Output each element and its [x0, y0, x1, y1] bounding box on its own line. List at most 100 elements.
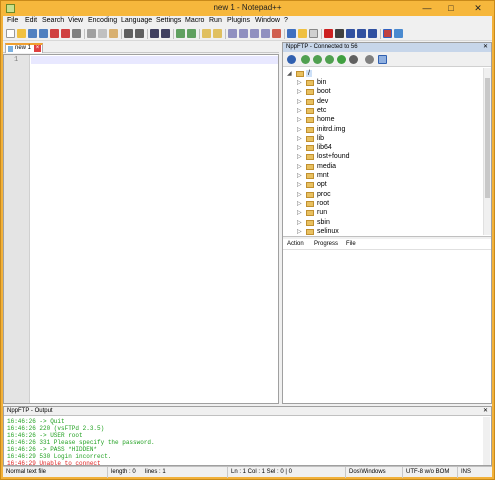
menu-language[interactable]: Language	[121, 17, 152, 24]
cut-icon[interactable]	[87, 29, 96, 38]
tree-folder-item[interactable]: ▷ initrd.img	[283, 126, 483, 135]
collapsed-arrow-icon[interactable]: ▷	[297, 135, 302, 142]
message-window-icon[interactable]	[378, 55, 387, 64]
indent-guide-icon[interactable]	[250, 29, 259, 38]
replace-icon[interactable]	[161, 29, 170, 38]
tree-folder-item[interactable]: ▷ mnt	[283, 172, 483, 181]
text-editor[interactable]: 1	[3, 54, 279, 404]
menu-settings[interactable]: Settings	[156, 17, 181, 24]
zoom-out-icon[interactable]	[187, 29, 196, 38]
output-close-icon[interactable]: ✕	[483, 407, 488, 416]
collapsed-arrow-icon[interactable]: ▷	[297, 172, 302, 179]
nppftp-icon[interactable]	[394, 29, 403, 38]
expanded-arrow-icon[interactable]: ◢	[287, 70, 292, 77]
download-icon[interactable]	[301, 55, 310, 64]
title-bar[interactable]: new 1 - Notepad++ — □ ✕	[1, 1, 494, 16]
minimize-button[interactable]: —	[415, 1, 439, 15]
close-file-icon[interactable]	[50, 29, 59, 38]
sync-horizontal-icon[interactable]	[213, 29, 222, 38]
tab-new-1[interactable]: new 1 ×	[5, 43, 43, 53]
scrollbar-thumb[interactable]	[485, 78, 490, 198]
print-icon[interactable]	[72, 29, 81, 38]
macro-save-icon[interactable]	[368, 29, 377, 38]
tree-folder-item[interactable]: ▷ home	[283, 116, 483, 125]
menu-help[interactable]: ?	[284, 17, 288, 24]
open-file-icon[interactable]	[17, 29, 26, 38]
menu-file[interactable]: File	[7, 17, 18, 24]
undo-icon[interactable]	[124, 29, 133, 38]
collapsed-arrow-icon[interactable]: ▷	[297, 88, 302, 95]
collapsed-arrow-icon[interactable]: ▷	[297, 181, 302, 188]
function-list-icon[interactable]	[272, 29, 281, 38]
zoom-in-icon[interactable]	[176, 29, 185, 38]
collapsed-arrow-icon[interactable]: ▷	[297, 228, 302, 235]
collapsed-arrow-icon[interactable]: ▷	[297, 79, 302, 86]
folder-as-workspace-icon[interactable]	[298, 29, 307, 38]
menu-macro[interactable]: Macro	[185, 17, 204, 24]
user-define-icon[interactable]	[287, 29, 296, 38]
settings-icon[interactable]	[349, 55, 358, 64]
macro-run-multiple-icon[interactable]	[357, 29, 366, 38]
word-wrap-icon[interactable]	[228, 29, 237, 38]
menu-encoding[interactable]: Encoding	[88, 17, 117, 24]
menu-search[interactable]: Search	[42, 17, 64, 24]
doc-map-icon[interactable]	[261, 29, 270, 38]
new-file-icon[interactable]	[6, 29, 15, 38]
sync-vertical-icon[interactable]	[202, 29, 211, 38]
collapsed-arrow-icon[interactable]: ▷	[297, 126, 302, 133]
collapsed-arrow-icon[interactable]: ▷	[297, 163, 302, 170]
find-icon[interactable]	[150, 29, 159, 38]
ftp-panel-close-icon[interactable]: ✕	[483, 43, 488, 52]
tab-close-icon[interactable]: ×	[34, 45, 41, 52]
tree-folder-item[interactable]: ▷ dev	[283, 98, 483, 107]
menu-window[interactable]: Window	[255, 17, 280, 24]
save-all-icon[interactable]	[39, 29, 48, 38]
connect-icon[interactable]	[287, 55, 296, 64]
tree-folder-item[interactable]: ▷ selinux	[283, 228, 483, 235]
menu-edit[interactable]: Edit	[25, 17, 37, 24]
tree-folder-item[interactable]: ▷ root	[283, 200, 483, 209]
collapsed-arrow-icon[interactable]: ▷	[297, 98, 302, 105]
tree-folder-item[interactable]: ▷ opt	[283, 181, 483, 190]
tree-folder-item[interactable]: ▷ media	[283, 163, 483, 172]
upload-icon[interactable]	[313, 55, 322, 64]
collapsed-arrow-icon[interactable]: ▷	[297, 153, 302, 160]
collapsed-arrow-icon[interactable]: ▷	[297, 219, 302, 226]
spell-check-icon[interactable]	[383, 29, 392, 38]
menu-view[interactable]: View	[68, 17, 83, 24]
monitoring-icon[interactable]	[309, 29, 318, 38]
collapsed-arrow-icon[interactable]: ▷	[297, 107, 302, 114]
paste-icon[interactable]	[109, 29, 118, 38]
queue-col-progress[interactable]: Progress	[314, 241, 338, 247]
abort-icon[interactable]	[337, 55, 346, 64]
macro-stop-icon[interactable]	[335, 29, 344, 38]
tree-folder-item[interactable]: ▷ etc	[283, 107, 483, 116]
tree-folder-item[interactable]: ▷ proc	[283, 191, 483, 200]
tree-folder-item[interactable]: ▷ bin	[283, 79, 483, 88]
maximize-button[interactable]: □	[439, 1, 463, 15]
gear-icon[interactable]	[365, 55, 374, 64]
queue-col-file[interactable]: File	[346, 241, 356, 247]
show-all-chars-icon[interactable]	[239, 29, 248, 38]
tree-folder-item[interactable]: ▷ lib64	[283, 144, 483, 153]
close-all-icon[interactable]	[61, 29, 70, 38]
copy-icon[interactable]	[98, 29, 107, 38]
output-scrollbar[interactable]	[483, 417, 490, 465]
redo-icon[interactable]	[135, 29, 144, 38]
tree-folder-item[interactable]: ▷ run	[283, 209, 483, 218]
refresh-icon[interactable]	[325, 55, 334, 64]
queue-col-action[interactable]: Action	[287, 241, 304, 247]
save-icon[interactable]	[28, 29, 37, 38]
collapsed-arrow-icon[interactable]: ▷	[297, 209, 302, 216]
menu-plugins[interactable]: Plugins	[227, 17, 250, 24]
collapsed-arrow-icon[interactable]: ▷	[297, 200, 302, 207]
tree-root[interactable]: ◢ /	[283, 70, 483, 79]
macro-play-icon[interactable]	[346, 29, 355, 38]
tree-folder-item[interactable]: ▷ lib	[283, 135, 483, 144]
tree-folder-item[interactable]: ▷ lost+found	[283, 153, 483, 162]
tree-folder-item[interactable]: ▷ sbin	[283, 219, 483, 228]
tree-scrollbar[interactable]	[483, 68, 491, 235]
close-button[interactable]: ✕	[463, 1, 493, 15]
macro-record-icon[interactable]	[324, 29, 333, 38]
tree-folder-item[interactable]: ▷ boot	[283, 88, 483, 97]
